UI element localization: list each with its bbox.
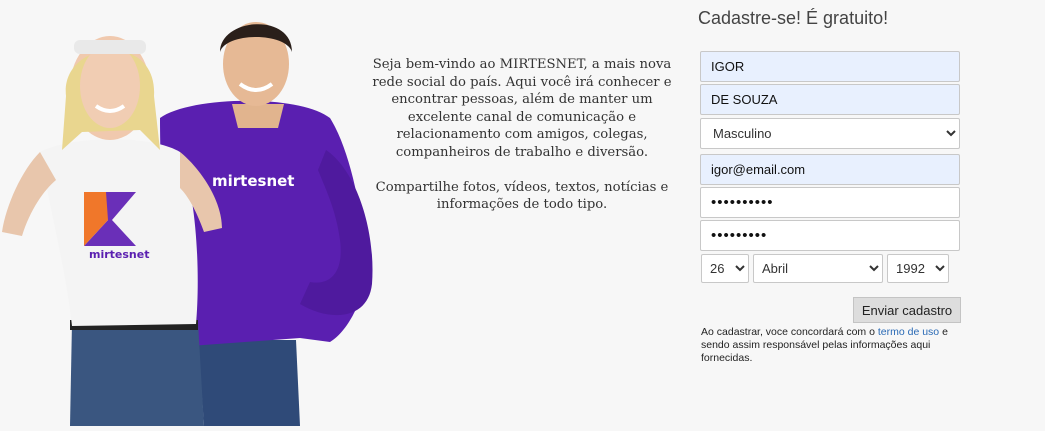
submit-button[interactable]: Enviar cadastro <box>853 297 961 323</box>
welcome-paragraph-2: Compartilhe fotos, vídeos, textos, notíc… <box>375 179 669 213</box>
terms-prefix: Ao cadastrar, voce concordará com o <box>701 326 875 338</box>
woman-figure: mirtesnet <box>2 36 222 426</box>
last-name-input[interactable] <box>700 84 960 115</box>
shirt-brand-front: mirtesnet <box>89 248 149 261</box>
birth-month-select[interactable]: Abril <box>753 254 883 283</box>
hero-image: mirtesnet mirtesnet <box>0 0 380 426</box>
register-title: Cadastre-se! É gratuito! <box>698 8 889 28</box>
birth-day-select[interactable]: 26 <box>701 254 749 283</box>
password-confirm-input[interactable] <box>700 220 960 251</box>
terms-notice: Ao cadastrar, voce concordará com o term… <box>701 326 971 365</box>
welcome-text: Seja bem-vindo ao MIRTESNET, a mais nova… <box>372 56 672 231</box>
terms-link[interactable]: termo de uso <box>878 326 939 338</box>
welcome-paragraph-1: Seja bem-vindo ao MIRTESNET, a mais nova… <box>372 57 672 160</box>
birth-year-select[interactable]: 1992 <box>887 254 949 283</box>
first-name-input[interactable] <box>700 51 960 82</box>
gender-select[interactable]: Masculino <box>700 118 960 149</box>
shirt-brand-back: mirtesnet <box>212 172 294 190</box>
password-input[interactable] <box>700 187 960 218</box>
email-input[interactable] <box>700 154 960 185</box>
